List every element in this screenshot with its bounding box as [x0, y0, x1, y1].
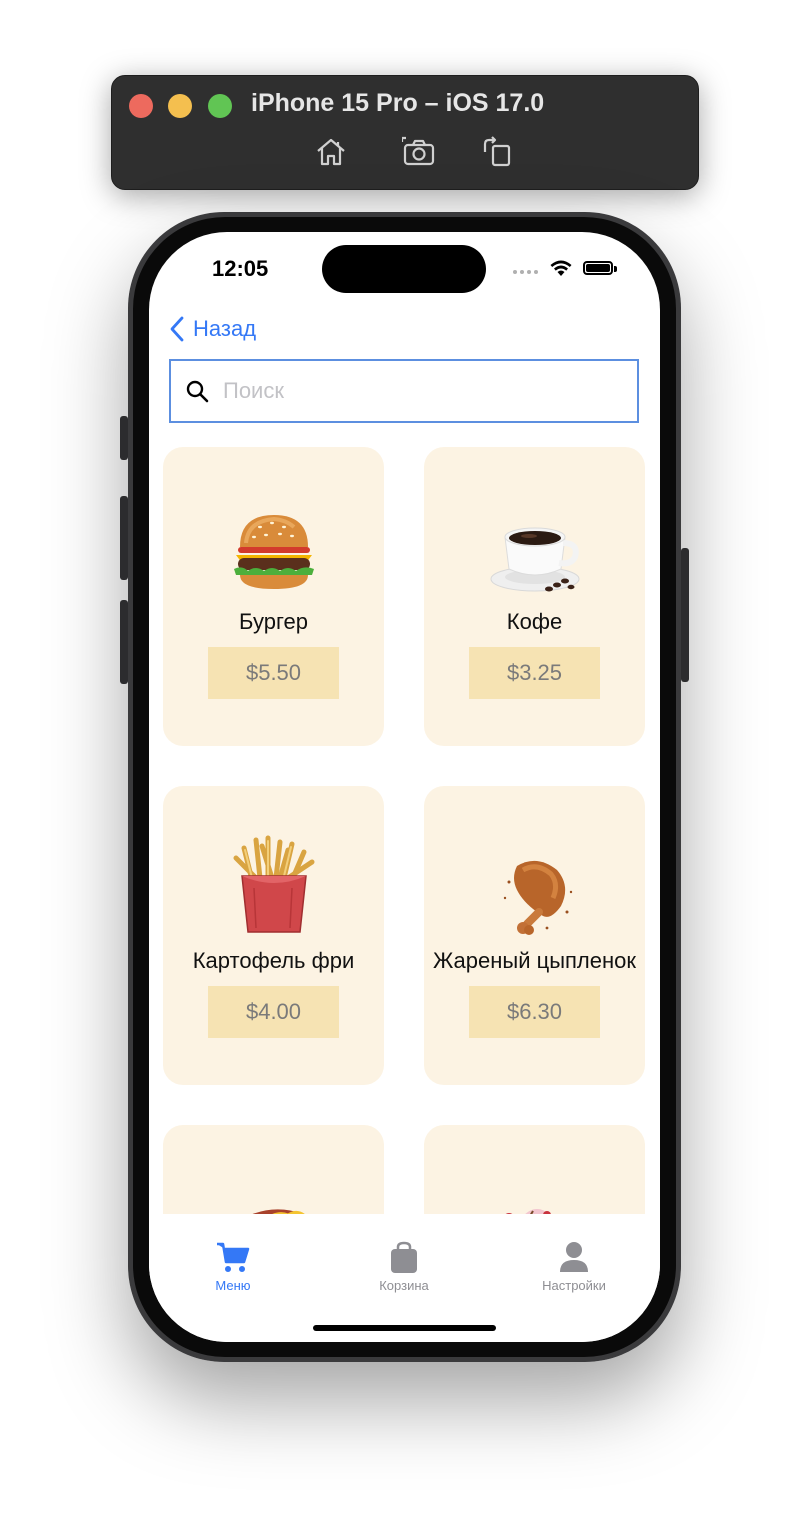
battery-tip — [614, 266, 617, 272]
search-bar[interactable] — [169, 359, 639, 423]
close-window-button[interactable] — [129, 94, 153, 118]
simulator-toolbar: iPhone 15 Pro – iOS 17.0 — [111, 75, 699, 190]
coffee-image — [487, 503, 583, 599]
bag-icon — [391, 1241, 417, 1273]
power-button[interactable] — [681, 548, 689, 682]
menu-item-card[interactable]: Бургер $5.50 — [163, 447, 384, 746]
menu-item-card[interactable]: Кофе $3.25 — [424, 447, 645, 746]
cellular-signal-icon — [513, 270, 538, 274]
action-button[interactable] — [120, 416, 128, 460]
simulator-title: iPhone 15 Pro – iOS 17.0 — [251, 89, 545, 117]
tab-bar: Меню Корзина Настройки — [149, 1214, 660, 1342]
zoom-window-button[interactable] — [208, 94, 232, 118]
volume-down-button[interactable] — [120, 600, 128, 684]
phone-screen: 12:05 Назад Поиск Бургер $5.50 Кофе $3.2… — [149, 232, 660, 1342]
minimize-window-button[interactable] — [168, 94, 192, 118]
back-label: Назад — [193, 316, 257, 341]
menu-item-card[interactable] — [424, 1125, 645, 1214]
status-time: 12:05 — [212, 256, 269, 281]
search-input[interactable] — [221, 377, 625, 405]
back-button[interactable]: Назад — [169, 316, 256, 342]
tab-menu[interactable]: Меню — [173, 1240, 293, 1293]
menu-item-card[interactable]: Жареный цыпленок $6.30 — [424, 786, 645, 1085]
menu-grid: Бургер $5.50 Кофе $3.25 Картофель фри $4… — [149, 447, 660, 1214]
tab-settings-label: Настройки — [542, 1278, 606, 1293]
dynamic-island — [322, 245, 486, 293]
menu-item-price: $5.50 — [208, 647, 339, 699]
menu-item-name: Кофе — [506, 609, 563, 634]
fries-image — [226, 832, 322, 938]
menu-item-card[interactable]: Картофель фри $4.00 — [163, 786, 384, 1085]
search-icon — [186, 380, 209, 403]
menu-item-price: $3.25 — [469, 647, 600, 699]
menu-item-price: $6.30 — [469, 986, 600, 1038]
cart-icon — [217, 1242, 250, 1272]
screenshot-icon[interactable] — [400, 136, 436, 168]
menu-item-price: $4.00 — [208, 986, 339, 1038]
tab-cart[interactable]: Корзина — [344, 1240, 464, 1293]
burger-image — [226, 503, 322, 599]
fried-chicken-image — [487, 842, 583, 938]
status-icons — [513, 258, 623, 280]
volume-up-button[interactable] — [120, 496, 128, 580]
menu-item-name: Картофель фри — [192, 948, 355, 973]
tab-cart-label: Корзина — [379, 1278, 429, 1293]
menu-item-name: Бургер — [239, 609, 308, 634]
rotate-icon[interactable] — [480, 136, 514, 168]
tab-menu-label: Меню — [215, 1278, 251, 1293]
menu-item-name: Жареный цыпленок — [432, 948, 637, 973]
home-icon[interactable] — [314, 136, 348, 168]
chevron-left-icon — [170, 316, 184, 342]
person-icon — [560, 1242, 588, 1272]
wifi-icon — [550, 260, 572, 276]
menu-item-card[interactable] — [163, 1125, 384, 1214]
home-indicator[interactable] — [313, 1325, 496, 1331]
hotdog-image — [226, 1181, 322, 1214]
battery-icon — [583, 261, 613, 275]
tab-settings[interactable]: Настройки — [514, 1240, 634, 1293]
ice-cream-image — [487, 1181, 583, 1214]
